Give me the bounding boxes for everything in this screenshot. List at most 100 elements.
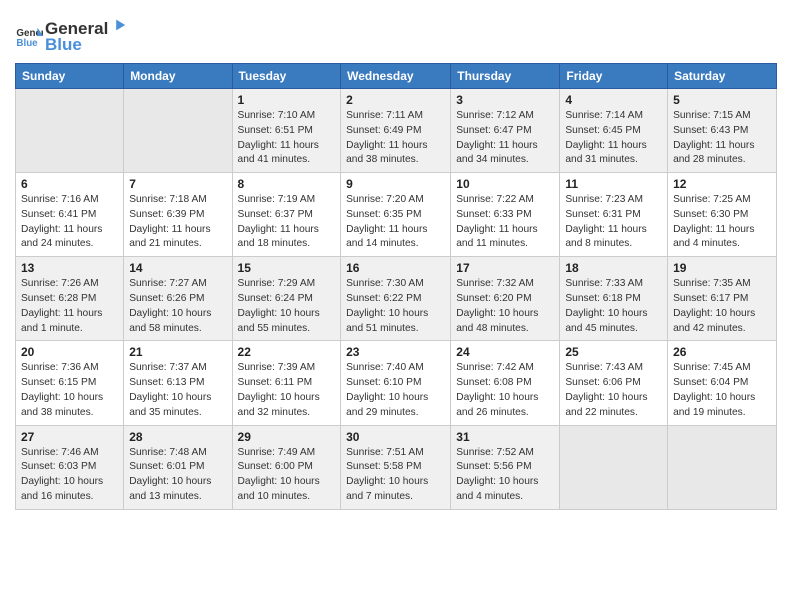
day-info: Sunrise: 7:25 AMSunset: 6:30 PMDaylight:…: [673, 193, 771, 252]
logo: General Blue General Blue: [15, 16, 128, 55]
day-number: 27: [21, 430, 118, 444]
calendar-cell: 2 Sunrise: 7:11 AMSunset: 6:49 PMDaylight…: [341, 89, 451, 173]
calendar-week-2: 13 Sunrise: 7:26 AMSunset: 6:28 PMDayligh…: [16, 257, 777, 341]
day-number: 10: [456, 177, 554, 191]
day-number: 26: [673, 345, 771, 359]
day-number: 31: [456, 430, 554, 444]
day-number: 9: [346, 177, 445, 191]
day-number: 1: [238, 93, 336, 107]
day-info: Sunrise: 7:42 AMSunset: 6:08 PMDaylight:…: [456, 361, 554, 420]
calendar-cell: 8Sunrise: 7:19 AMSunset: 6:37 PMDaylight…: [232, 173, 341, 257]
day-info: Sunrise: 7:16 AMSunset: 6:41 PMDaylight:…: [21, 193, 118, 252]
day-number: 12: [673, 177, 771, 191]
day-number: 21: [129, 345, 226, 359]
day-info: Sunrise: 7:26 AMSunset: 6:28 PMDaylight:…: [21, 277, 118, 336]
day-info: Sunrise: 7:19 AMSunset: 6:37 PMDaylight:…: [238, 193, 336, 252]
logo-arrow-icon: [109, 16, 127, 34]
col-header-tuesday: Tuesday: [232, 64, 341, 89]
calendar-week-3: 20Sunrise: 7:36 AMSunset: 6:15 PMDayligh…: [16, 341, 777, 425]
day-info: Sunrise: 7:12 AMSunset: 6:47 PMDaylight:…: [456, 109, 554, 168]
day-info: Sunrise: 7:10 AMSunset: 6:51 PMDaylight:…: [238, 109, 336, 168]
day-number: 14: [129, 261, 226, 275]
day-number: 18: [565, 261, 662, 275]
day-info: Sunrise: 7:45 AMSunset: 6:04 PMDaylight:…: [673, 361, 771, 420]
calendar-cell: 23 Sunrise: 7:40 AMSunset: 6:10 PMDayligh…: [341, 341, 451, 425]
day-number: 4: [565, 93, 662, 107]
calendar-week-1: 6 Sunrise: 7:16 AMSunset: 6:41 PMDaylight…: [16, 173, 777, 257]
logo-icon: General Blue: [15, 22, 43, 50]
calendar-cell: 7 Sunrise: 7:18 AMSunset: 6:39 PMDaylight…: [124, 173, 232, 257]
calendar-cell: 12 Sunrise: 7:25 AMSunset: 6:30 PMDayligh…: [668, 173, 777, 257]
day-info: Sunrise: 7:52 AMSunset: 5:56 PMDaylight:…: [456, 446, 554, 505]
day-info: Sunrise: 7:18 AMSunset: 6:39 PMDaylight:…: [129, 193, 226, 252]
col-header-wednesday: Wednesday: [341, 64, 451, 89]
day-number: 2: [346, 93, 445, 107]
col-header-monday: Monday: [124, 64, 232, 89]
calendar-cell: 22 Sunrise: 7:39 AMSunset: 6:11 PMDayligh…: [232, 341, 341, 425]
day-number: 30: [346, 430, 445, 444]
calendar-cell: [668, 425, 777, 509]
day-info: Sunrise: 7:46 AMSunset: 6:03 PMDaylight:…: [21, 446, 118, 505]
calendar-cell: 28 Sunrise: 7:48 AMSunset: 6:01 PMDayligh…: [124, 425, 232, 509]
calendar-cell: 21 Sunrise: 7:37 AMSunset: 6:13 PMDayligh…: [124, 341, 232, 425]
day-number: 25: [565, 345, 662, 359]
day-info: Sunrise: 7:23 AMSunset: 6:31 PMDaylight:…: [565, 193, 662, 252]
day-number: 19: [673, 261, 771, 275]
calendar-cell: 10 Sunrise: 7:22 AMSunset: 6:33 PMDayligh…: [451, 173, 560, 257]
calendar-header-row: SundayMondayTuesdayWednesdayThursdayFrid…: [16, 64, 777, 89]
day-number: 13: [21, 261, 118, 275]
day-info: Sunrise: 7:15 AMSunset: 6:43 PMDaylight:…: [673, 109, 771, 168]
calendar-cell: 20Sunrise: 7:36 AMSunset: 6:15 PMDayligh…: [16, 341, 124, 425]
day-info: Sunrise: 7:35 AMSunset: 6:17 PMDaylight:…: [673, 277, 771, 336]
calendar-cell: 14 Sunrise: 7:27 AMSunset: 6:26 PMDayligh…: [124, 257, 232, 341]
calendar-cell: 27 Sunrise: 7:46 AMSunset: 6:03 PMDayligh…: [16, 425, 124, 509]
calendar-cell: [560, 425, 668, 509]
day-number: 6: [21, 177, 118, 191]
calendar-cell: 16Sunrise: 7:30 AMSunset: 6:22 PMDayligh…: [341, 257, 451, 341]
calendar-cell: 4 Sunrise: 7:14 AMSunset: 6:45 PMDaylight…: [560, 89, 668, 173]
calendar-week-0: 1 Sunrise: 7:10 AMSunset: 6:51 PMDaylight…: [16, 89, 777, 173]
calendar-cell: 13 Sunrise: 7:26 AMSunset: 6:28 PMDayligh…: [16, 257, 124, 341]
calendar-cell: 6 Sunrise: 7:16 AMSunset: 6:41 PMDaylight…: [16, 173, 124, 257]
calendar-cell: 1 Sunrise: 7:10 AMSunset: 6:51 PMDaylight…: [232, 89, 341, 173]
day-number: 3: [456, 93, 554, 107]
day-info: Sunrise: 7:11 AMSunset: 6:49 PMDaylight:…: [346, 109, 445, 168]
calendar-cell: 18Sunrise: 7:33 AMSunset: 6:18 PMDayligh…: [560, 257, 668, 341]
day-info: Sunrise: 7:40 AMSunset: 6:10 PMDaylight:…: [346, 361, 445, 420]
calendar-cell: 24 Sunrise: 7:42 AMSunset: 6:08 PMDayligh…: [451, 341, 560, 425]
day-number: 23: [346, 345, 445, 359]
day-info: Sunrise: 7:22 AMSunset: 6:33 PMDaylight:…: [456, 193, 554, 252]
day-number: 5: [673, 93, 771, 107]
day-number: 11: [565, 177, 662, 191]
day-info: Sunrise: 7:43 AMSunset: 6:06 PMDaylight:…: [565, 361, 662, 420]
day-number: 22: [238, 345, 336, 359]
calendar-table: SundayMondayTuesdayWednesdayThursdayFrid…: [15, 63, 777, 510]
day-info: Sunrise: 7:32 AMSunset: 6:20 PMDaylight:…: [456, 277, 554, 336]
day-number: 29: [238, 430, 336, 444]
calendar-cell: [16, 89, 124, 173]
day-info: Sunrise: 7:37 AMSunset: 6:13 PMDaylight:…: [129, 361, 226, 420]
calendar-cell: 3 Sunrise: 7:12 AMSunset: 6:47 PMDaylight…: [451, 89, 560, 173]
day-info: Sunrise: 7:48 AMSunset: 6:01 PMDaylight:…: [129, 446, 226, 505]
day-info: Sunrise: 7:14 AMSunset: 6:45 PMDaylight:…: [565, 109, 662, 168]
day-number: 15: [238, 261, 336, 275]
calendar-week-4: 27 Sunrise: 7:46 AMSunset: 6:03 PMDayligh…: [16, 425, 777, 509]
calendar-cell: 15 Sunrise: 7:29 AMSunset: 6:24 PMDayligh…: [232, 257, 341, 341]
calendar-cell: 17Sunrise: 7:32 AMSunset: 6:20 PMDayligh…: [451, 257, 560, 341]
calendar-cell: 25 Sunrise: 7:43 AMSunset: 6:06 PMDayligh…: [560, 341, 668, 425]
calendar-cell: 29Sunrise: 7:49 AMSunset: 6:00 PMDayligh…: [232, 425, 341, 509]
calendar-cell: [124, 89, 232, 173]
day-info: Sunrise: 7:29 AMSunset: 6:24 PMDaylight:…: [238, 277, 336, 336]
col-header-saturday: Saturday: [668, 64, 777, 89]
col-header-sunday: Sunday: [16, 64, 124, 89]
day-number: 24: [456, 345, 554, 359]
day-number: 28: [129, 430, 226, 444]
day-number: 7: [129, 177, 226, 191]
calendar-cell: 19 Sunrise: 7:35 AMSunset: 6:17 PMDayligh…: [668, 257, 777, 341]
header: General Blue General Blue: [15, 10, 777, 55]
calendar-cell: 31 Sunrise: 7:52 AMSunset: 5:56 PMDayligh…: [451, 425, 560, 509]
day-info: Sunrise: 7:36 AMSunset: 6:15 PMDaylight:…: [21, 361, 118, 420]
day-info: Sunrise: 7:39 AMSunset: 6:11 PMDaylight:…: [238, 361, 336, 420]
calendar-cell: 11 Sunrise: 7:23 AMSunset: 6:31 PMDayligh…: [560, 173, 668, 257]
day-info: Sunrise: 7:27 AMSunset: 6:26 PMDaylight:…: [129, 277, 226, 336]
